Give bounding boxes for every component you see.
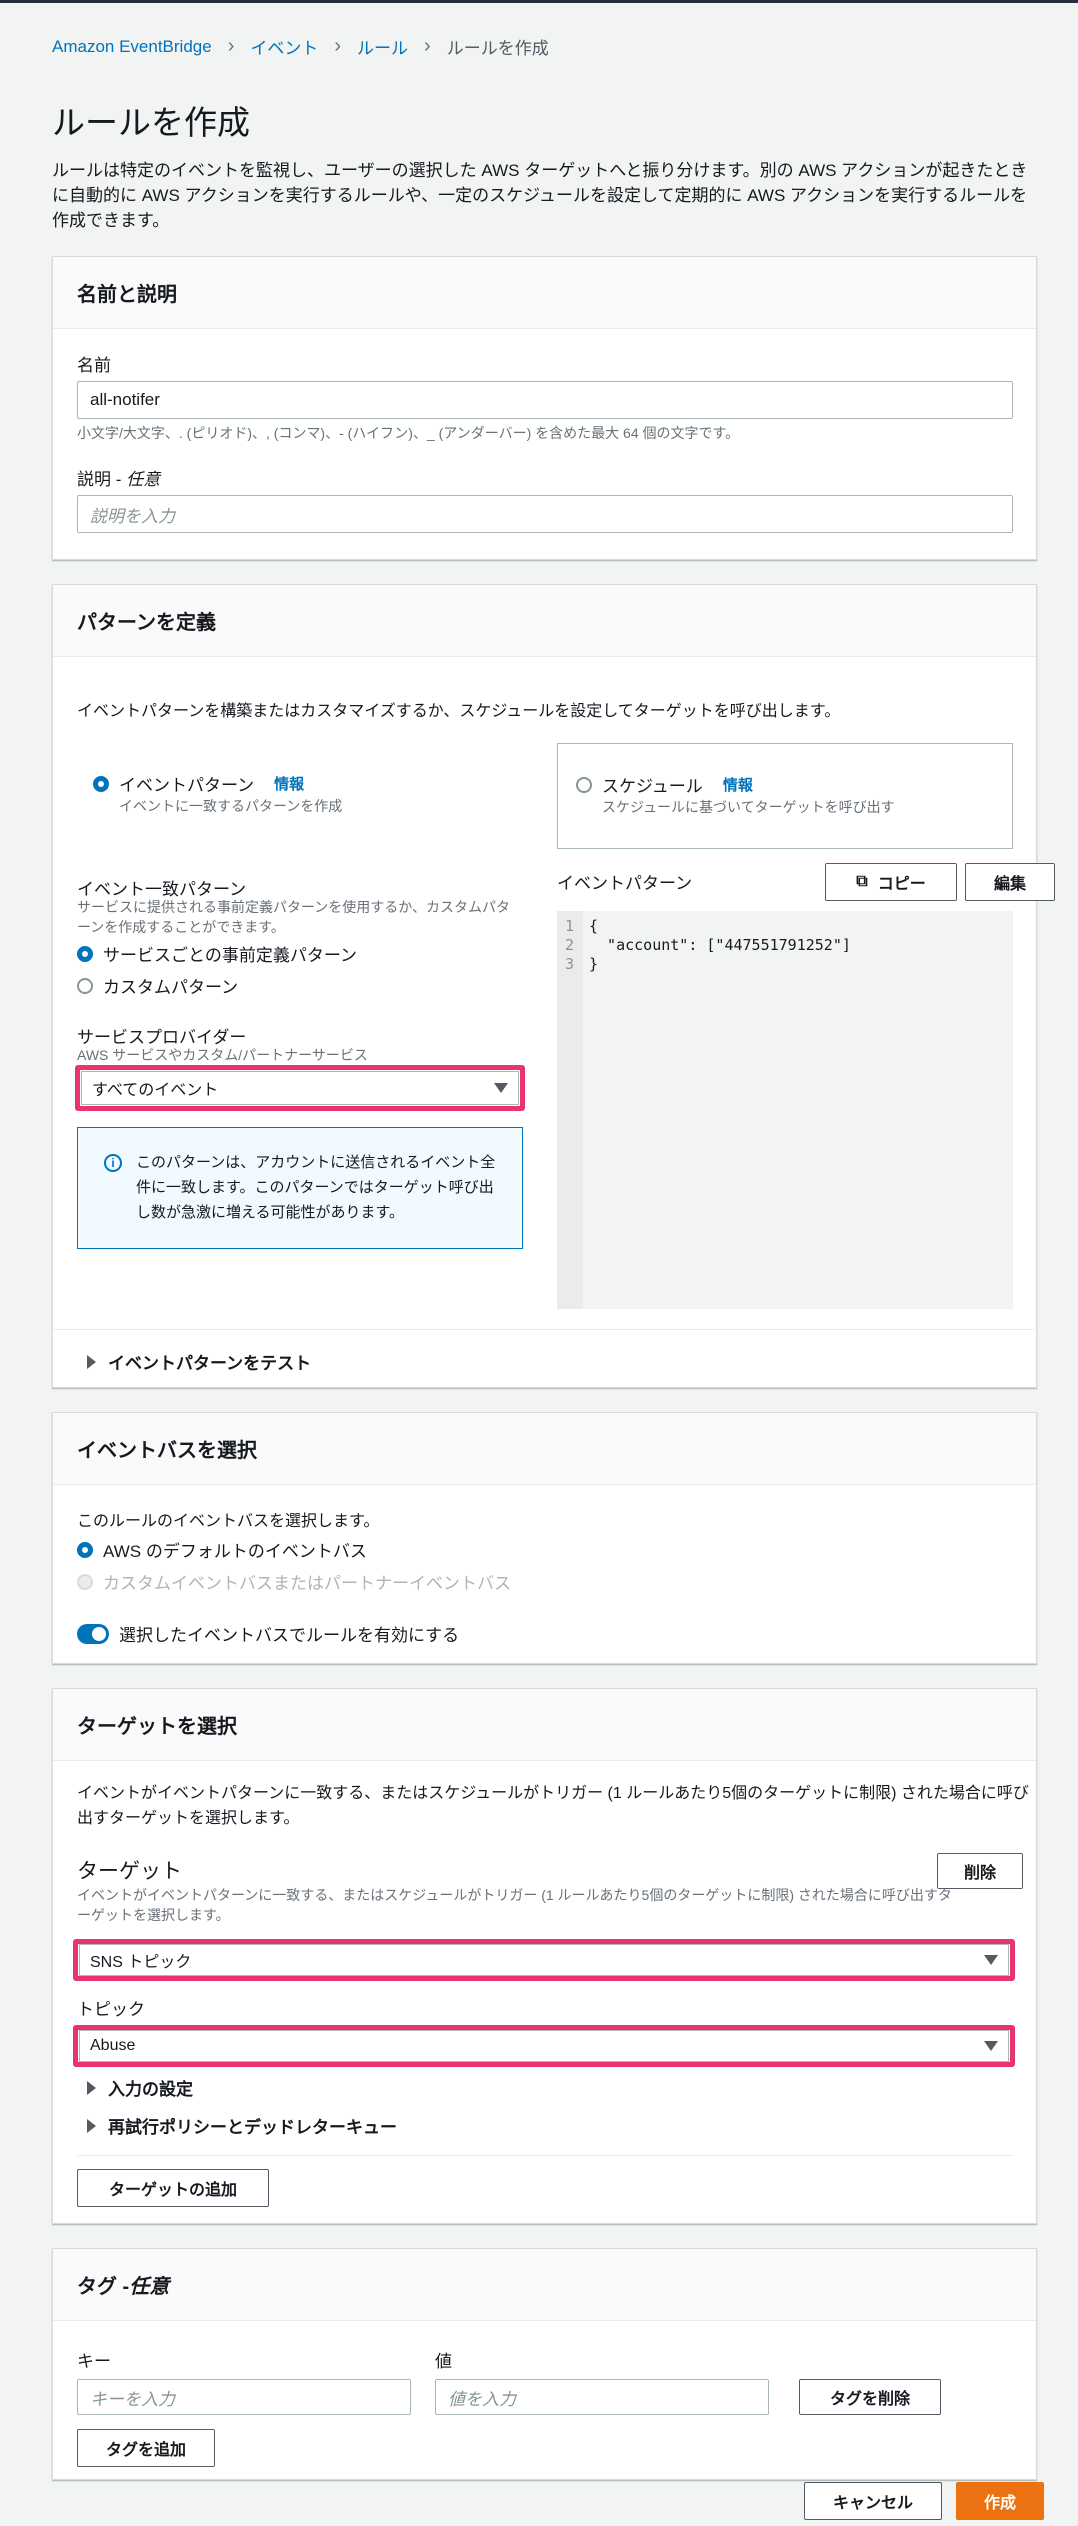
panel-header: 名前と説明	[53, 257, 1036, 329]
description-label: 説明 - 任意	[77, 470, 161, 489]
name-hint: 小文字/大文字、. (ピリオド)、, (コンマ)、- (ハイフン)、_ (アンダ…	[77, 425, 740, 441]
name-label: 名前	[77, 356, 111, 375]
cancel-button[interactable]: キャンセル	[804, 2482, 942, 2520]
target-panel: ターゲットを選択 イベントがイベントパターンに一致する、またはスケジュールがトリ…	[52, 1688, 1037, 2224]
tag-value-input[interactable]: 値を入力	[435, 2379, 769, 2415]
event-pattern-option[interactable]: イベントパターン 情報 イベントに一致するパターンを作成	[93, 771, 342, 816]
create-button[interactable]: 作成	[956, 2482, 1044, 2520]
retry-policy-expander[interactable]: 再試行ポリシーとデッドレターキュー	[87, 2113, 397, 2138]
copy-button[interactable]: ⧉ コピー	[825, 863, 957, 901]
breadcrumb-rules[interactable]: ルール	[357, 34, 408, 59]
pattern-intro: イベントパターンを構築またはカスタマイズするか、スケジュールを設定してターゲット…	[77, 703, 841, 720]
add-tag-button[interactable]: タグを追加	[77, 2429, 215, 2467]
page-intro: ルールは特定のイベントを監視し、ユーザーの選択した AWS ターゲットへと振り分…	[52, 161, 1028, 230]
match-pattern-hint: サービスに提供される事前定義パターンを使用するか、カスタムパターンを作成すること…	[77, 899, 511, 935]
caret-right-icon	[87, 2118, 96, 2133]
code-line: {	[589, 917, 599, 935]
top-bar	[0, 0, 1078, 3]
line-number: 2	[565, 936, 575, 954]
dropdown-arrow-icon	[984, 2041, 998, 2051]
define-pattern-panel: パターンを定義 イベントパターンを構築またはカスタマイズするか、スケジュールを設…	[52, 584, 1055, 1388]
breadcrumb-current: ルールを作成	[446, 39, 549, 58]
topic-label: トピック	[77, 2000, 145, 2019]
caret-right-icon	[87, 2080, 96, 2095]
panel-header: イベントバスを選択	[53, 1413, 1036, 1485]
tag-key-input[interactable]: キーを入力	[77, 2379, 411, 2415]
remove-tag-button[interactable]: タグを削除	[799, 2379, 941, 2415]
radio-selected-icon[interactable]	[77, 1541, 93, 1558]
event-pattern-desc: イベントに一致するパターンを作成	[119, 798, 343, 814]
value-label: 値	[435, 2352, 452, 2371]
radio-selected-icon[interactable]	[77, 945, 93, 962]
chevron-right-icon: ›	[227, 35, 235, 57]
name-description-panel: 名前と説明 名前 all-notifer 小文字/大文字、. (ピリオド)、, …	[52, 256, 1037, 560]
custom-pattern-option[interactable]: カスタムパターン	[77, 973, 238, 998]
name-input[interactable]: all-notifer	[77, 381, 1013, 419]
chevron-right-icon: ›	[424, 35, 431, 57]
key-label: キー	[77, 2352, 111, 2371]
page-title: ルールを作成	[52, 104, 250, 141]
topic-select[interactable]: Abuse	[79, 2030, 1009, 2062]
test-pattern-expander[interactable]: イベントパターンをテスト	[87, 1349, 311, 1374]
schedule-desc: スケジュールに基づいてターゲットを呼び出す	[602, 799, 895, 815]
breadcrumb-eventbridge[interactable]: Amazon EventBridge	[52, 37, 212, 57]
dropdown-arrow-icon	[984, 1955, 998, 1965]
edit-button[interactable]: 編集	[965, 863, 1055, 901]
line-number: 3	[565, 955, 575, 973]
event-pattern-label: イベントパターン	[557, 874, 693, 893]
panel-header: タグ - 任意	[53, 2249, 1036, 2321]
toggle-on-icon[interactable]	[77, 1623, 109, 1644]
info-alert: i このパターンは、アカウントに送信されるイベント全件に一致します。このパターン…	[77, 1127, 523, 1249]
panel-header: ターゲットを選択	[53, 1689, 1036, 1761]
predefined-pattern-option[interactable]: サービスごとの事前定義パターン	[77, 941, 357, 966]
panel-header: パターンを定義	[53, 585, 1036, 657]
event-bus-panel: イベントバスを選択 このルールのイベントバスを選択します。 AWS のデフォルト…	[52, 1412, 1037, 1664]
info-link[interactable]: 情報	[723, 774, 753, 795]
service-provider-select[interactable]: すべてのイベント	[81, 1071, 519, 1105]
target-intro: イベントがイベントパターンに一致する、またはスケジュールがトリガー (1 ルール…	[77, 1785, 1029, 1827]
radio-selected-icon[interactable]	[93, 775, 109, 792]
schedule-option[interactable]: スケジュール 情報 スケジュールに基づいてターゲットを呼び出す	[557, 743, 1013, 849]
line-number: 1	[565, 917, 575, 935]
breadcrumb: Amazon EventBridge › イベント › ルール › ルールを作成	[52, 34, 549, 59]
custom-bus-option: カスタムイベントバスまたはパートナーイベントバス	[77, 1569, 511, 1594]
divider	[77, 2155, 1013, 2156]
radio-disabled-icon	[77, 1573, 93, 1590]
default-bus-option[interactable]: AWS のデフォルトのイベントバス	[77, 1537, 367, 1562]
copy-icon: ⧉	[856, 873, 868, 890]
event-pattern-editor[interactable]: 1 2 3 { "account": ["447551791252"] }	[557, 911, 1013, 1309]
target-label: ターゲット	[77, 1860, 182, 1883]
target-hint: イベントがイベントパターンに一致する、またはスケジュールがトリガー (1 ルール…	[77, 1887, 952, 1923]
breadcrumb-events[interactable]: イベント	[250, 34, 318, 59]
info-circle-icon: i	[104, 1154, 122, 1172]
tags-panel: タグ - 任意 キー 値 キーを入力 値を入力 タグを削除 タグを追加	[52, 2248, 1037, 2480]
alert-text: このパターンは、アカウントに送信されるイベント全件に一致します。このパターンでは…	[136, 1154, 496, 1221]
event-bus-intro: このルールのイベントバスを選択します。	[77, 1513, 380, 1530]
delete-button[interactable]: 削除	[937, 1853, 1023, 1889]
caret-right-icon	[87, 1354, 96, 1369]
dropdown-arrow-icon	[494, 1083, 508, 1093]
radio-unselected-icon[interactable]	[576, 776, 592, 793]
enable-rule-toggle[interactable]: 選択したイベントバスでルールを有効にする	[77, 1621, 459, 1646]
add-target-button[interactable]: ターゲットの追加	[77, 2169, 269, 2207]
service-provider-hint: AWS サービスやカスタム/パートナーサービス	[77, 1047, 368, 1063]
description-input[interactable]: 説明を入力	[77, 495, 1013, 533]
code-line: "account": ["447551791252"]	[589, 936, 851, 954]
input-settings-expander[interactable]: 入力の設定	[87, 2075, 193, 2100]
target-type-select[interactable]: SNS トピック	[79, 1944, 1009, 1976]
info-link[interactable]: 情報	[274, 773, 304, 794]
code-line: }	[589, 955, 599, 973]
radio-unselected-icon[interactable]	[77, 977, 93, 994]
divider	[53, 1329, 1038, 1330]
chevron-right-icon: ›	[334, 35, 342, 57]
